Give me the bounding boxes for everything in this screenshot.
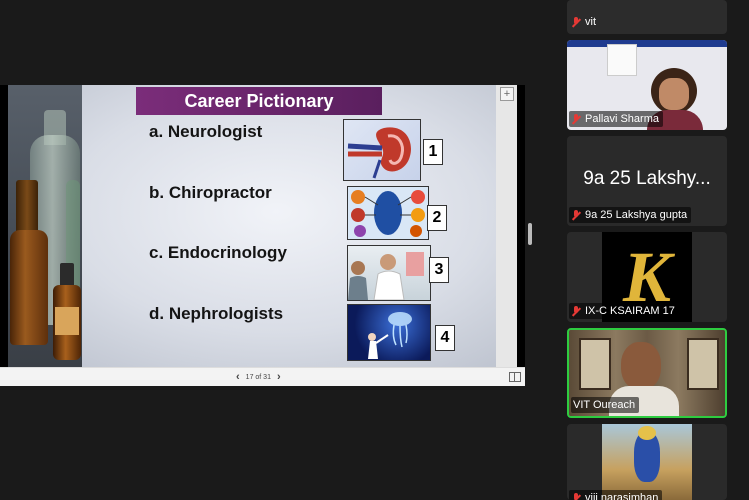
shared-screen: Career Pictionary a. Neurologist b. Chir…: [0, 85, 525, 386]
presentation-slide: Career Pictionary a. Neurologist b. Chir…: [8, 85, 496, 367]
slide-title: Career Pictionary: [136, 87, 382, 115]
participant-name: 9a 25 Lakshya gupta: [585, 209, 688, 221]
number-box-4: 4: [435, 325, 455, 351]
number-box-1: 1: [423, 139, 443, 165]
slide-scroll-area: [496, 85, 517, 367]
avatar: [621, 342, 661, 390]
participant-name: Pallavi Sharma: [585, 113, 659, 125]
video-banner: [567, 40, 727, 47]
avatar: [602, 424, 692, 500]
participant-tile-vit[interactable]: vit: [567, 0, 727, 34]
page-indicator: 17 of 31: [245, 373, 271, 381]
resize-handle[interactable]: [528, 223, 532, 245]
participant-label: vit: [569, 14, 600, 30]
number-box-3: 3: [429, 257, 449, 283]
participant-label: VIT Oureach: [571, 397, 640, 413]
pager: ‹ 17 of 31 ›: [236, 371, 281, 383]
next-slide-icon[interactable]: ›: [277, 371, 281, 383]
participant-name: viji narasimhan: [585, 492, 659, 500]
glands-image: [347, 186, 429, 240]
doctor-image: [347, 245, 431, 301]
video-poster: [607, 44, 637, 76]
bottle-decoration-image: [8, 85, 82, 367]
item-a: a. Neurologist: [149, 122, 263, 141]
participant-tile-vit-oureach[interactable]: VIT Oureach: [567, 328, 727, 418]
mic-muted-icon: [571, 305, 581, 317]
participant-name: vit: [585, 16, 596, 28]
add-icon[interactable]: +: [500, 87, 514, 101]
participant-label: 9a 25 Lakshya gupta: [569, 207, 692, 223]
view-toggle-icon[interactable]: [509, 372, 521, 382]
slide-toolbar: ‹ 17 of 31 ›: [0, 367, 525, 386]
number-box-2: 2: [427, 205, 447, 231]
participant-name: VIT Oureach: [573, 399, 636, 411]
mic-muted-icon: [571, 492, 581, 500]
participant-tile-viji[interactable]: viji narasimhan: [567, 424, 727, 500]
item-b: b. Chiropractor: [149, 183, 272, 202]
item-d: d. Nephrologists: [149, 304, 284, 323]
participant-tile-pallavi[interactable]: Pallavi Sharma: [567, 40, 727, 130]
kidney-image: [343, 119, 421, 181]
mic-muted-icon: [571, 209, 581, 221]
participant-tile-lakshya[interactable]: 9a 25 Lakshy... 9a 25 Lakshya gupta: [567, 136, 727, 226]
participant-name: IX-C KSAIRAM 17: [585, 305, 675, 317]
mic-muted-icon: [571, 113, 581, 125]
participant-label: Pallavi Sharma: [569, 111, 663, 127]
mic-muted-icon: [571, 16, 581, 28]
participant-label: viji narasimhan: [569, 490, 663, 500]
participant-display-name: 9a 25 Lakshy...: [583, 168, 711, 189]
previous-slide-icon[interactable]: ‹: [236, 371, 240, 383]
item-c: c. Endocrinology: [149, 243, 287, 262]
participant-label: IX-C KSAIRAM 17: [569, 303, 679, 319]
brain-image: [347, 304, 431, 361]
participant-tile-ksairam[interactable]: K IX-C KSAIRAM 17: [567, 232, 727, 322]
